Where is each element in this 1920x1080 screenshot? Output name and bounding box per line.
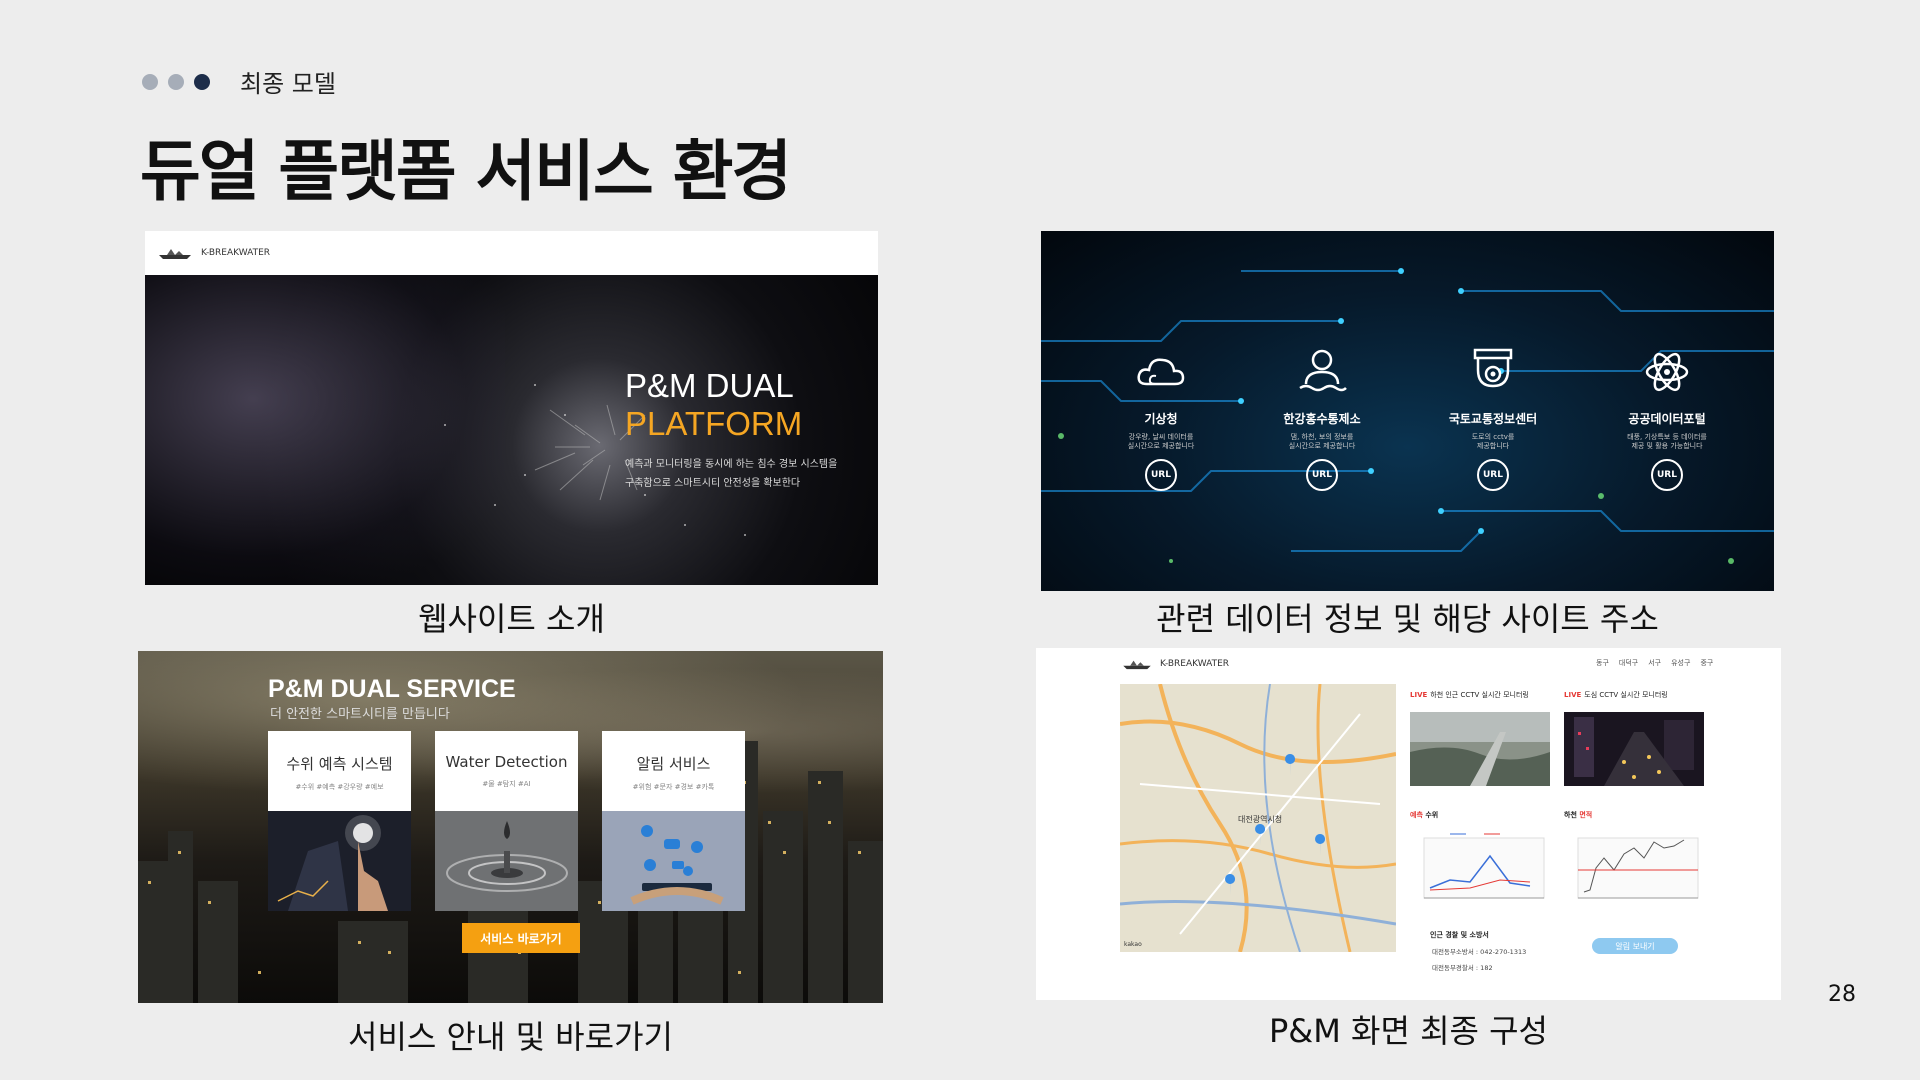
site-name: 국토교통정보센터: [1448, 412, 1538, 426]
map-provider-label: kakao: [1124, 941, 1142, 948]
city-map[interactable]: 대전광역시청 kakao: [1120, 684, 1396, 952]
menu-item[interactable]: 서구: [1648, 658, 1661, 668]
site-desc-line1: 태풍, 기상특보 등 데이터를: [1627, 433, 1707, 441]
ship-logo-icon: [1123, 660, 1151, 670]
site-desc-line1: 강우량, 날씨 데이터를: [1128, 433, 1194, 441]
site-desc: 도로의 cctv를 제공합니다: [1423, 433, 1563, 451]
services-title: P&M DUAL SERVICE: [268, 675, 516, 703]
phone-notification-image: [602, 811, 745, 911]
river-label-rest: 하천: [1564, 811, 1580, 819]
site-name: 공공데이터포털: [1628, 412, 1706, 426]
site-name: 기상청: [1144, 412, 1178, 426]
site-desc: 강우량, 날씨 데이터를 실시간으로 제공합니다: [1091, 433, 1231, 451]
police-station-info: 대전동부경찰서 : 182: [1432, 964, 1493, 972]
hero-desc-line1: 예측과 모니터링을 동시에 하는 침수 경보 시스템을: [625, 459, 838, 470]
page-number: 28: [1828, 982, 1856, 1007]
data-sites-screenshot: 기상청 강우량, 날씨 데이터를 실시간으로 제공합니다 URL 한강홍수통제소…: [1041, 231, 1774, 591]
site-desc-line2: 제공합니다: [1476, 442, 1510, 450]
website-nav: K-BREAKWATER: [145, 231, 878, 275]
card-title: 수위 예측 시스템: [286, 755, 393, 773]
page-title: 듀얼 플랫폼 서비스 환경: [140, 133, 792, 210]
caption-data-sites: 관련 데이터 정보 및 해당 사이트 주소: [1156, 600, 1659, 638]
logo-text: K-BREAKWATER: [1160, 659, 1230, 669]
river-label-red: 면적: [1579, 811, 1593, 819]
live-badge: LIVE: [1410, 691, 1428, 699]
card-tags: #물 #탐지 #AI: [482, 780, 531, 788]
hero-desc-line2: 구축함으로 스마트시티 안전성을 확보한다: [625, 478, 801, 489]
hero-title-line1: P&M DUAL: [625, 367, 794, 404]
emergency-info-title: 인근 경찰 및 소방서: [1430, 931, 1489, 939]
services-subtitle: 더 안전한 스마트시티를 만듭니다: [270, 707, 450, 722]
site-traffic-center: 국토교통정보센터 도로의 cctv를 제공합니다 URL: [1423, 346, 1563, 491]
send-alert-button[interactable]: 알림 보내기: [1592, 938, 1678, 954]
forecast-line-chart: [1423, 833, 1545, 899]
site-desc-line2: 실시간으로 제공합니다: [1288, 442, 1356, 450]
ship-logo-icon: [159, 249, 191, 259]
progress-dots: [142, 74, 210, 90]
dot-2: [168, 74, 184, 90]
website-screenshot: K-BREAKWATER P&M DUAL PLATFORM 예측과 모니터링을…: [145, 231, 878, 585]
service-go-button[interactable]: 서비스 바로가기: [462, 923, 580, 953]
card-title: 알림 서비스: [636, 755, 711, 773]
site-kma: 기상청 강우량, 날씨 데이터를 실시간으로 제공합니다 URL: [1091, 346, 1231, 491]
live-river-text: 하천 인근 CCTV 실시간 모니터링: [1430, 691, 1529, 699]
river-cctv-feed[interactable]: [1410, 712, 1550, 786]
caption-final-screen: P&M 화면 최종 구성: [1268, 1012, 1548, 1050]
live-city-text: 도심 CCTV 실시간 모니터링: [1584, 691, 1668, 699]
cctv-camera-icon: [1473, 348, 1513, 388]
live-badge: LIVE: [1564, 691, 1582, 699]
final-screen-screenshot: K-BREAKWATER 동구 대덕구 서구 유성구 중구 대전광역시청 kak…: [1036, 648, 1781, 1000]
services-screenshot: P&M DUAL SERVICE 더 안전한 스마트시티를 만듭니다 수위 예측…: [138, 651, 883, 1003]
service-card-notification[interactable]: 알림 서비스 #위험 #문자 #경보 #카톡: [602, 731, 745, 911]
url-button[interactable]: URL: [1145, 459, 1177, 491]
forecast-label: 예측 수위: [1410, 810, 1438, 820]
atom-icon: [1645, 352, 1689, 392]
section-label: 최종 모델: [240, 70, 336, 98]
site-public-data: 공공데이터포털 태풍, 기상특보 등 데이터를 제공 및 활용 가능합니다 UR…: [1597, 346, 1737, 491]
site-desc-line1: 도로의 cctv를: [1471, 433, 1515, 441]
hero-description: 예측과 모니터링을 동시에 하는 침수 경보 시스템을 구축함으로 스마트시티 …: [625, 455, 845, 493]
menu-item[interactable]: 중구: [1700, 658, 1713, 668]
site-desc-line2: 실시간으로 제공합니다: [1127, 442, 1195, 450]
river-area-label: 하천 면적: [1564, 810, 1592, 820]
site-desc: 댐, 하천, 보의 정보를 실시간으로 제공합니다: [1252, 433, 1392, 451]
site-desc-line1: 댐, 하천, 보의 정보를: [1290, 433, 1354, 441]
touch-screen-image: [268, 811, 411, 911]
hero-banner: P&M DUAL PLATFORM 예측과 모니터링을 동시에 하는 침수 경보…: [145, 275, 878, 585]
site-han-river: 한강홍수통제소 댐, 하천, 보의 정보를 실시간으로 제공합니다 URL: [1252, 346, 1392, 491]
dot-1: [142, 74, 158, 90]
river-area-line-chart: [1577, 837, 1699, 899]
forecast-label-red: 예측: [1410, 811, 1423, 819]
hero-title-line2: PLATFORM: [625, 405, 803, 442]
caption-services: 서비스 안내 및 바로가기: [348, 1018, 673, 1056]
site-desc-line2: 제공 및 활용 가능합니다: [1631, 442, 1703, 450]
card-tags: #수위 #예측 #강우량 #예보: [295, 783, 384, 791]
fire-station-info: 대전동부소방서 : 042-270-1313: [1432, 948, 1527, 956]
live-city-label: LIVE 도심 CCTV 실시간 모니터링: [1564, 690, 1668, 700]
menu-item[interactable]: 유성구: [1671, 658, 1690, 668]
menu-item[interactable]: 동구: [1596, 658, 1609, 668]
cloud-icon: [1137, 358, 1185, 386]
live-river-label: LIVE 하천 인근 CCTV 실시간 모니터링: [1410, 690, 1529, 700]
site-desc: 태풍, 기상특보 등 데이터를 제공 및 활용 가능합니다: [1597, 433, 1737, 451]
url-button[interactable]: URL: [1306, 459, 1338, 491]
map-city-label: 대전광역시청: [1238, 815, 1283, 824]
district-menu: 동구 대덕구 서구 유성구 중구: [1596, 658, 1713, 668]
final-nav: K-BREAKWATER: [1120, 658, 1229, 670]
menu-item[interactable]: 대덕구: [1619, 658, 1638, 668]
user-water-icon: [1299, 349, 1347, 392]
dot-3: [194, 74, 210, 90]
forecast-label-rest: 수위: [1422, 811, 1439, 819]
card-tags: #위험 #문자 #경보 #카톡: [632, 783, 715, 791]
water-drop-image: [435, 811, 578, 911]
site-name: 한강홍수통제소: [1283, 412, 1361, 426]
city-cctv-feed[interactable]: [1564, 712, 1704, 786]
card-title: Water Detection: [445, 753, 568, 771]
logo-text: K-BREAKWATER: [201, 248, 271, 258]
service-card-water-detection[interactable]: Water Detection #물 #탐지 #AI: [435, 731, 578, 911]
service-card-water-prediction[interactable]: 수위 예측 시스템 #수위 #예측 #강우량 #예보: [268, 731, 411, 911]
url-button[interactable]: URL: [1477, 459, 1509, 491]
url-button[interactable]: URL: [1651, 459, 1683, 491]
caption-website: 웹사이트 소개: [418, 600, 605, 638]
